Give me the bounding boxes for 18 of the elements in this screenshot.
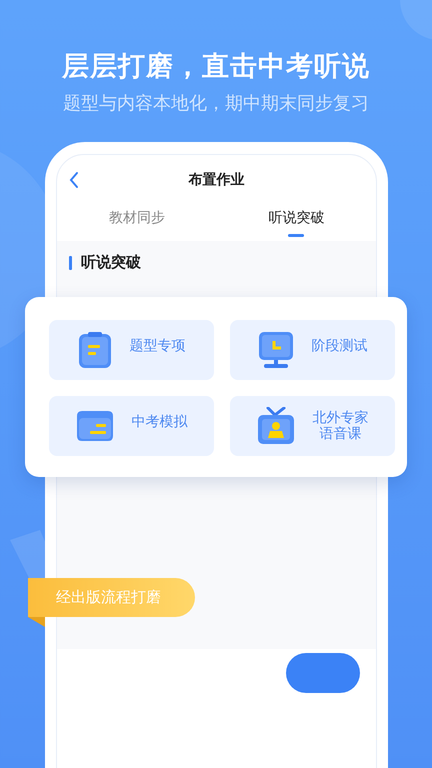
monitor-icon [258, 331, 294, 369]
section-marker [69, 256, 72, 270]
folder-icon [76, 410, 114, 442]
tab[interactable]: 教材同步 [57, 205, 216, 241]
back-icon[interactable] [69, 171, 79, 189]
screen-title: 布置作业 [188, 171, 244, 189]
section-title: 听说突破 [81, 253, 141, 272]
clipboard-icon [78, 331, 112, 369]
headline: 层层打磨，直击中考听说 [62, 50, 370, 84]
menu-tile[interactable]: 北外专家语音课 [230, 396, 395, 456]
menu-tile[interactable]: 题型专项 [49, 320, 214, 380]
ribbon-fold [28, 617, 45, 627]
tab[interactable]: 听说突破 [216, 205, 376, 241]
menu-tile[interactable]: 阶段测试 [230, 320, 395, 380]
subtitle: 题型与内容本地化，期中期末同步复习 [63, 92, 369, 116]
action-button[interactable] [286, 653, 360, 693]
menu-tile[interactable]: 中考模拟 [49, 396, 214, 456]
tv-icon [256, 407, 294, 445]
